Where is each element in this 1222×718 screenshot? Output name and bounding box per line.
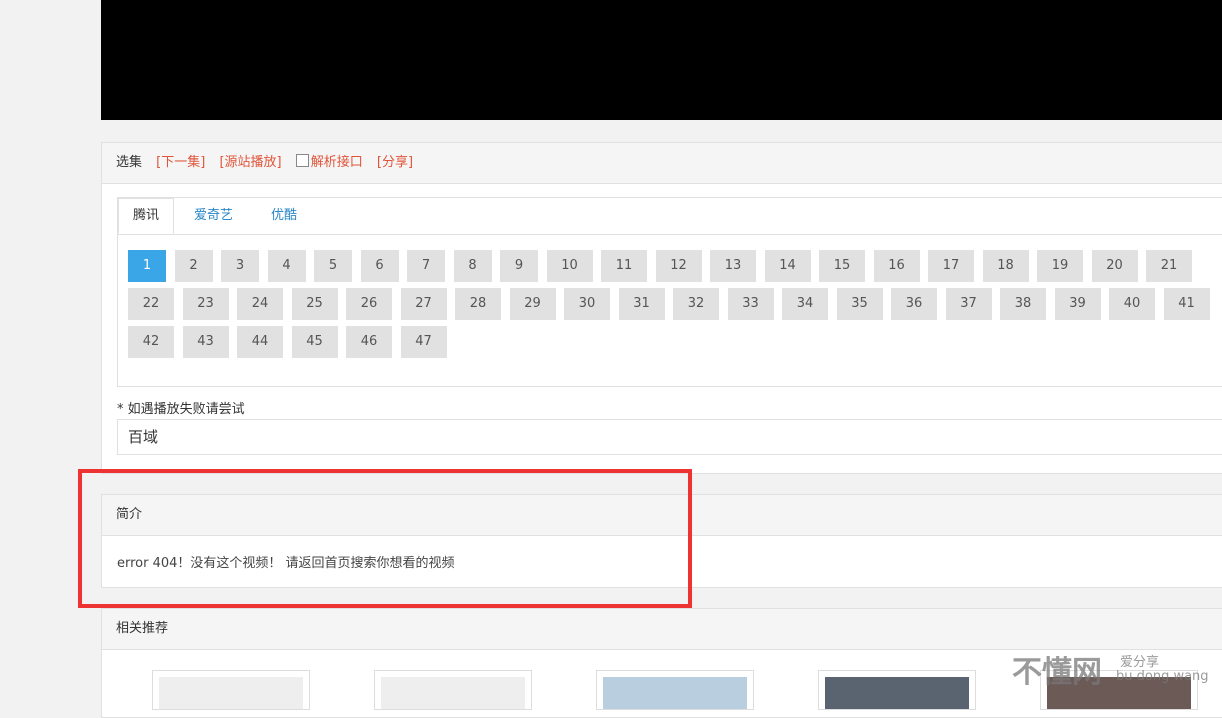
tab-iqiyi[interactable]: 爱奇艺: [180, 198, 247, 234]
parse-api-checkbox[interactable]: [295, 154, 309, 167]
episode-button[interactable]: 28: [455, 288, 501, 320]
thumbnail-image: [603, 677, 747, 709]
source-play-link[interactable]: [源站播放]: [219, 155, 281, 170]
watermark-big-text: 不懂网: [1012, 655, 1102, 690]
tab-label: 爱奇艺: [194, 208, 234, 223]
episode-button[interactable]: 2: [174, 250, 213, 282]
episode-button[interactable]: 7: [407, 250, 445, 282]
episode-button[interactable]: 47: [400, 326, 447, 358]
episode-button[interactable]: 43: [182, 326, 229, 358]
episode-button[interactable]: 4: [267, 250, 306, 282]
episode-button[interactable]: 6: [360, 250, 399, 282]
episode-button[interactable]: 30: [564, 288, 610, 320]
episode-button[interactable]: 23: [182, 288, 229, 320]
episode-button[interactable]: 38: [1000, 288, 1046, 320]
related-thumbnail[interactable]: [596, 670, 754, 710]
thumbnail-image: [159, 677, 303, 709]
episode-button[interactable]: 24: [237, 288, 283, 320]
episode-button[interactable]: 15: [819, 250, 865, 282]
episode-button[interactable]: 39: [1054, 288, 1101, 320]
episode-button[interactable]: 14: [764, 250, 811, 282]
related-thumbnail[interactable]: [152, 670, 310, 710]
episode-button[interactable]: 25: [291, 288, 338, 320]
watermark-pinyin: bu dong wang: [1116, 669, 1209, 684]
episode-button[interactable]: 34: [782, 288, 828, 320]
source-tab-bar: 腾讯 爱奇艺 优酷: [118, 198, 1222, 235]
episode-button[interactable]: 3: [221, 250, 259, 282]
episode-button[interactable]: 40: [1109, 288, 1155, 320]
episode-button[interactable]: 22: [128, 288, 174, 320]
episode-button[interactable]: 18: [982, 250, 1029, 282]
episode-button[interactable]: 46: [346, 326, 392, 358]
fallback-selected-value: 百域: [128, 428, 159, 446]
episode-button[interactable]: 33: [727, 288, 774, 320]
parse-api-label: 解析接口: [310, 155, 363, 170]
highlight-box: [78, 469, 692, 608]
related-thumbnail[interactable]: [818, 670, 976, 710]
episodes-panel-header: 选集 [下一集] [源站播放] 解析接口 [分享]: [102, 143, 1222, 184]
episode-button[interactable]: 26: [346, 288, 392, 320]
episode-button[interactable]: 36: [891, 288, 937, 320]
episode-button[interactable]: 45: [291, 326, 338, 358]
fallback-notice: * 如遇播放失败请尝试: [117, 402, 245, 417]
tab-label: 优酷: [271, 208, 298, 223]
episode-button[interactable]: 35: [836, 288, 883, 320]
episode-button[interactable]: 37: [945, 288, 992, 320]
episode-button[interactable]: 17: [928, 250, 974, 282]
episode-button[interactable]: 9: [500, 250, 538, 282]
episode-button[interactable]: 27: [400, 288, 447, 320]
share-link[interactable]: [分享]: [377, 155, 413, 170]
episode-button[interactable]: 41: [1163, 288, 1210, 320]
fallback-source-select[interactable]: 百域: [117, 419, 1222, 455]
episode-button[interactable]: 8: [453, 250, 492, 282]
tab-label: 腾讯: [133, 208, 160, 223]
episodes-title: 选集: [116, 155, 143, 170]
episodes-panel: 选集 [下一集] [源站播放] 解析接口 [分享] 腾讯 爱奇艺 优酷 1234…: [101, 142, 1222, 474]
thumbnail-image: [381, 677, 525, 709]
episode-button[interactable]: 16: [873, 250, 920, 282]
watermark-logo: 不懂网 爱分享 bu dong wang: [1012, 645, 1222, 700]
related-header: 相关推荐: [102, 609, 1222, 650]
tab-youku[interactable]: 优酷: [257, 198, 311, 234]
episode-button[interactable]: 13: [710, 250, 756, 282]
episode-button[interactable]: 11: [601, 250, 647, 282]
episode-button[interactable]: 12: [655, 250, 702, 282]
episode-button[interactable]: 1: [128, 250, 166, 282]
episode-button[interactable]: 31: [618, 288, 665, 320]
video-player[interactable]: [101, 0, 1222, 120]
watermark-slogan: 爱分享: [1120, 655, 1160, 670]
tab-tencent[interactable]: 腾讯: [118, 198, 175, 234]
episode-button[interactable]: 44: [237, 326, 283, 358]
episode-button[interactable]: 29: [509, 288, 556, 320]
episode-button[interactable]: 42: [128, 326, 174, 358]
source-tabs-box: 腾讯 爱奇艺 优酷 1 2 3 4 5 6 7 8 9 10 11 12 13 14 15 16 17 18 19 2…: [117, 197, 1222, 387]
next-episode-link[interactable]: [下一集]: [156, 155, 205, 170]
related-title: 相关推荐: [116, 621, 169, 636]
episode-button[interactable]: 20: [1091, 250, 1138, 282]
episode-button[interactable]: 21: [1146, 250, 1192, 282]
episode-button[interactable]: 19: [1037, 250, 1083, 282]
related-thumbnail[interactable]: [374, 670, 532, 710]
episode-button[interactable]: 10: [546, 250, 593, 282]
parse-api-toggle[interactable]: 解析接口: [295, 154, 363, 170]
thumbnail-image: [825, 677, 969, 709]
episode-button[interactable]: 32: [673, 288, 719, 320]
episode-button[interactable]: 5: [314, 250, 352, 282]
